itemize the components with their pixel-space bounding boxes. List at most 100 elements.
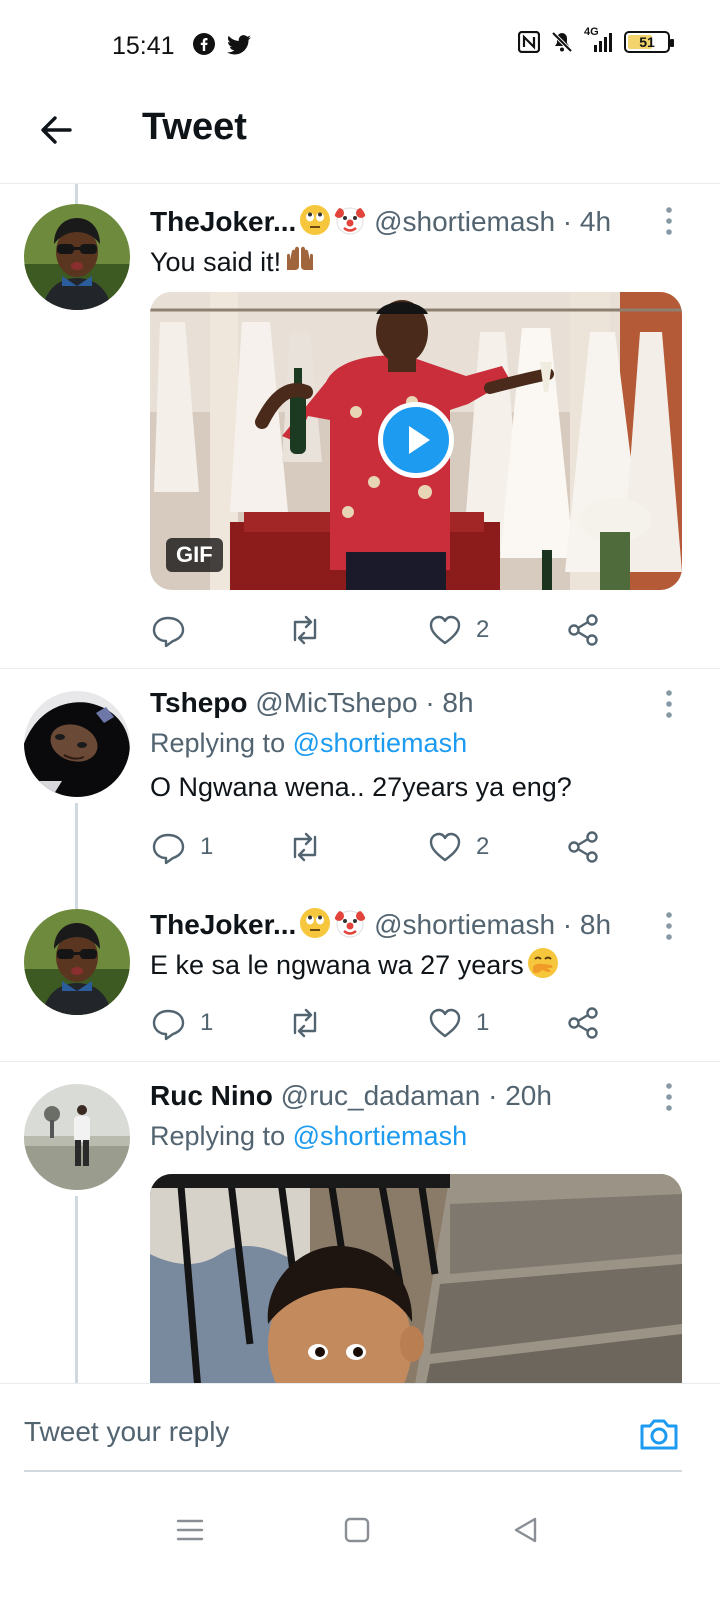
signal-icon: 4G	[584, 26, 614, 54]
display-name[interactable]: TheJoker...	[150, 206, 296, 237]
thread-line	[75, 184, 78, 204]
tweet-content: TheJoker... @shortiemash · 4h You said i…	[150, 204, 690, 280]
reply-button[interactable]	[150, 610, 200, 650]
status-right-icons: 4G 51	[518, 26, 674, 54]
avatar[interactable]	[24, 204, 130, 310]
more-options-icon[interactable]	[664, 689, 674, 719]
share-button[interactable]	[566, 610, 600, 650]
photo-image	[150, 1174, 682, 1383]
more-options-icon[interactable]	[664, 1082, 674, 1112]
face-with-rolling-eyes-icon	[300, 205, 331, 235]
more-options-icon[interactable]	[664, 206, 674, 236]
more-options-icon[interactable]	[664, 911, 674, 941]
retweet-button[interactable]	[286, 1003, 324, 1043]
replying-to: Replying to @shortiemash	[150, 1118, 690, 1154]
retweet-icon	[293, 832, 317, 862]
tweet-item[interactable]: TheJoker... @shortiemash · 8h E ke sa le…	[0, 889, 720, 1061]
share-icon	[568, 831, 598, 863]
avatar[interactable]	[24, 691, 130, 797]
tweet-text: E ke sa le ngwana wa 27 years	[150, 950, 524, 980]
share-icon	[568, 614, 598, 646]
reply-count: 1	[200, 833, 214, 860]
display-name[interactable]: TheJoker...	[150, 909, 296, 940]
clown-face-icon	[334, 207, 367, 235]
display-name[interactable]: Tshepo	[150, 687, 247, 718]
tweet-item[interactable]: TheJoker... @shortiemash · 4h You said i…	[0, 184, 720, 668]
back-triangle-icon[interactable]	[506, 1510, 546, 1550]
page-title: Tweet	[142, 106, 247, 148]
tweet-time: · 4h	[562, 206, 612, 237]
replying-to-handle[interactable]: @shortiemash	[293, 1121, 467, 1151]
reply-bar: Tweet your reply	[0, 1383, 720, 1479]
clown-face-icon	[334, 910, 367, 938]
display-name[interactable]: Ruc Nino	[150, 1080, 273, 1111]
system-nav-bar	[0, 1480, 720, 1600]
status-bar: 15:41 4G 51	[0, 0, 720, 92]
avatar[interactable]	[24, 909, 130, 1015]
thread-line	[75, 1196, 78, 1383]
replying-to: Replying to @shortiemash	[150, 725, 690, 761]
retweet-button[interactable]	[286, 827, 324, 867]
battery-level: 51	[639, 34, 655, 50]
menu-icon[interactable]	[170, 1510, 210, 1550]
replying-to-label: Replying to	[150, 728, 286, 758]
heart-icon	[429, 1008, 461, 1038]
user-handle[interactable]: @shortiemash	[374, 909, 555, 940]
tweet-text: O Ngwana wena.. 27years ya eng?	[150, 772, 572, 802]
user-handle[interactable]: @MicTshepo	[255, 687, 417, 718]
palms-up-together-icon	[287, 246, 314, 270]
face-with-rolling-eyes-icon	[300, 908, 331, 938]
like-count: 1	[476, 1009, 490, 1036]
share-icon	[568, 1007, 598, 1039]
tweet-actions: 1 2	[150, 827, 600, 867]
tweet-meta: Ruc Nino @ruc_dadaman · 20h	[150, 1078, 690, 1114]
reply-icon	[152, 1009, 185, 1041]
photo-media[interactable]	[150, 1174, 682, 1383]
camera-icon[interactable]	[638, 1414, 680, 1454]
play-icon	[409, 426, 430, 454]
reply-button[interactable]: 1	[150, 827, 213, 867]
heart-icon	[429, 832, 461, 862]
battery-icon: 51	[624, 31, 674, 53]
retweet-button[interactable]	[286, 610, 324, 650]
home-square-icon[interactable]	[337, 1510, 377, 1550]
tweet-item[interactable]: Tshepo @MicTshepo · 8h Replying to @shor…	[0, 669, 720, 889]
tweet-content: TheJoker... @shortiemash · 8h E ke sa le…	[150, 907, 690, 983]
heart-icon	[429, 615, 461, 645]
reply-count: 1	[200, 1009, 214, 1036]
tweet-text-row: E ke sa le ngwana wa 27 years	[150, 947, 690, 983]
face-with-hand-over-mouth-icon	[527, 948, 558, 978]
mute-icon	[551, 31, 573, 53]
tweet-time: · 8h	[425, 687, 474, 718]
gif-media[interactable]: GIF	[150, 292, 682, 590]
reply-input[interactable]: Tweet your reply	[24, 1416, 229, 1448]
avatar[interactable]	[24, 1084, 130, 1190]
like-count: 2	[476, 833, 490, 860]
status-time: 15:41	[112, 32, 175, 60]
replying-to-handle[interactable]: @shortiemash	[293, 728, 467, 758]
twitter-icon	[227, 35, 251, 55]
user-handle[interactable]: @ruc_dadaman	[281, 1080, 481, 1111]
like-button[interactable]: 1	[428, 1003, 489, 1043]
like-button[interactable]: 2	[428, 610, 489, 650]
thread-line	[75, 889, 78, 909]
tweet-item[interactable]: Ruc Nino @ruc_dadaman · 20h Replying to …	[0, 1062, 720, 1383]
replying-to-label: Replying to	[150, 1121, 286, 1151]
like-count: 2	[476, 616, 490, 643]
retweet-icon	[293, 1008, 317, 1038]
tweet-text: You said it!	[150, 247, 282, 277]
tweet-actions: 1 1	[150, 1003, 600, 1043]
tweet-time: · 20h	[488, 1080, 552, 1111]
like-button[interactable]: 2	[428, 827, 489, 867]
play-button[interactable]	[378, 402, 454, 478]
share-button[interactable]	[566, 827, 600, 867]
tweet-meta: Tshepo @MicTshepo · 8h	[150, 685, 690, 721]
user-handle[interactable]: @shortiemash	[374, 206, 555, 237]
arrow-left-icon[interactable]	[36, 110, 76, 150]
gif-badge: GIF	[166, 538, 223, 572]
reply-button[interactable]: 1	[150, 1003, 213, 1043]
tweet-meta: TheJoker... @shortiemash · 8h	[150, 907, 690, 943]
share-button[interactable]	[566, 1003, 600, 1043]
reply-input-underline	[24, 1470, 682, 1472]
tweet-content: Ruc Nino @ruc_dadaman · 20h Replying to …	[150, 1078, 690, 1154]
